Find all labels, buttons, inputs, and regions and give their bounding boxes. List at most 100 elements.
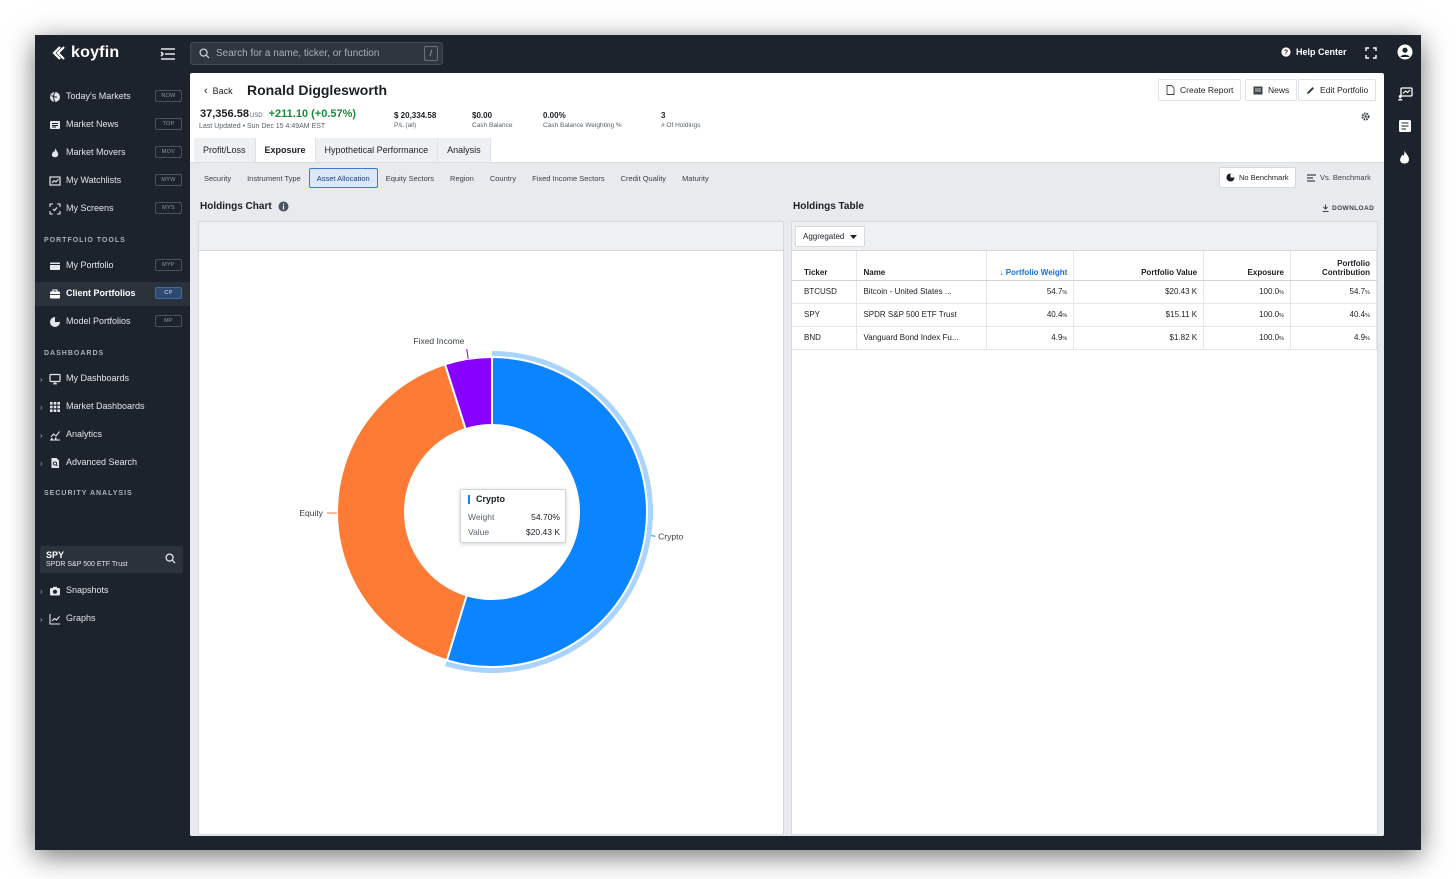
sidebar-item-market-movers[interactable]: Market Movers MOV: [35, 141, 190, 165]
value-change: +211.10 (+0.57%): [268, 108, 357, 120]
holdings-table-title: Holdings Table: [793, 201, 864, 212]
tooltip-series-name: Crypto: [468, 495, 505, 504]
vs-benchmark-button[interactable]: Vs. Benchmark: [1301, 167, 1377, 188]
column-header-exposure[interactable]: Exposure: [1203, 251, 1292, 281]
sidebar-item-snapshots[interactable]: › Snapshots: [35, 579, 190, 603]
table-header-row: Ticker Name ↓ Portfolio Weight Portfolio…: [792, 251, 1377, 281]
stat-value: 3: [661, 111, 666, 120]
sidebar-item-advanced-search[interactable]: › Advanced Search: [35, 451, 190, 475]
screen-icon: [49, 203, 61, 215]
cell-ticker: SPY: [792, 303, 858, 327]
donut-slice-equity[interactable]: [336, 363, 468, 662]
stat-label: P/L (all): [394, 122, 417, 129]
stat-cash-balance: $0.00 Cash Balance: [472, 111, 512, 129]
create-report-button[interactable]: Create Report: [1158, 79, 1242, 101]
sidebar-item-graphs[interactable]: › Graphs: [35, 607, 190, 631]
menu-collapse-icon[interactable]: [159, 45, 177, 63]
help-center-button[interactable]: ? Help Center: [1281, 47, 1347, 57]
sidebar-item-label: My Portfolio: [66, 260, 114, 270]
column-header-portfolio-weight[interactable]: ↓ Portfolio Weight: [986, 251, 1075, 281]
sidebar-item-label: Model Portfolios: [66, 316, 131, 326]
news-label: News: [1268, 85, 1290, 95]
edit-portfolio-label: Edit Portfolio: [1320, 85, 1369, 95]
fullscreen-icon[interactable]: [1365, 47, 1377, 59]
tab-hypothetical-performance[interactable]: Hypothetical Performance: [315, 138, 439, 162]
news-feed-icon[interactable]: [1398, 119, 1412, 133]
security-selector[interactable]: SPY SPDR S&P 500 ETF Trust: [40, 546, 183, 573]
sidebar-item-client-portfolios[interactable]: Client Portfolios CP: [35, 282, 190, 306]
table-row[interactable]: BND Vanguard Bond Index Fu... 4.9% $1.82…: [792, 326, 1377, 350]
chevron-left-icon: ‹: [204, 85, 208, 97]
account-icon[interactable]: [1397, 44, 1413, 60]
caret-down-icon: [850, 234, 858, 239]
sidebar-item-model-portfolios[interactable]: Model Portfolios MP: [35, 310, 190, 334]
shortcut-badge: CP: [155, 287, 182, 299]
gear-icon[interactable]: [1360, 111, 1371, 122]
column-header-portfolio-value[interactable]: Portfolio Value: [1073, 251, 1205, 281]
stat-value: $ 20,334.58: [394, 111, 437, 120]
cell-weight-value: 40.4: [1046, 310, 1063, 319]
back-button[interactable]: ‹ Back: [204, 85, 233, 97]
subtab-instrument-type[interactable]: Instrument Type: [239, 168, 309, 188]
cell-name: Vanguard Bond Index Fu...: [856, 326, 988, 350]
chevron-right-icon: ›: [40, 459, 43, 468]
subtab-country[interactable]: Country: [482, 168, 524, 188]
svg-text:?: ?: [1284, 50, 1288, 57]
cell-contribution-value: 54.7: [1349, 287, 1366, 296]
sidebar-item-my-dashboards[interactable]: › My Dashboards: [35, 367, 190, 391]
column-header-ticker[interactable]: Ticker: [792, 251, 858, 281]
presentation-icon[interactable]: [1398, 87, 1413, 101]
sidebar-item-analytics[interactable]: › Analytics: [35, 423, 190, 447]
sidebar-item-market-dashboards[interactable]: › Market Dashboards: [35, 395, 190, 419]
security-analysis-heading: SECURITY ANALYSIS: [44, 490, 133, 497]
tab-exposure[interactable]: Exposure: [255, 138, 316, 162]
table-row[interactable]: SPY SPDR S&P 500 ETF Trust 40.4% $15.11 …: [792, 303, 1377, 327]
subtab-security[interactable]: Security: [196, 168, 239, 188]
subtab-asset-allocation[interactable]: Asset Allocation: [308, 168, 378, 188]
search-shortcut: /: [424, 46, 438, 61]
newspaper-icon: [50, 121, 60, 129]
tooltip-value-row: Value $20.43 K: [468, 527, 560, 537]
sidebar-item-label: My Screens: [66, 203, 114, 213]
shortcut-badge: MYW: [155, 174, 182, 186]
trending-flame-icon[interactable]: [1398, 150, 1411, 165]
column-header-label: Portfolio Weight: [1005, 267, 1068, 277]
sidebar-item-my-portfolio[interactable]: My Portfolio MYP: [35, 254, 190, 278]
sidebar-item-my-screens[interactable]: My Screens MYS: [35, 197, 190, 221]
cell-value: $20.43 K: [1073, 280, 1205, 304]
cell-exposure: 100.0%: [1203, 303, 1292, 327]
koyfin-logo[interactable]: koyfin: [51, 44, 119, 62]
search-icon[interactable]: [165, 553, 176, 564]
security-ticker: SPY: [46, 550, 65, 560]
tab-profit-loss[interactable]: Profit/Loss: [194, 138, 256, 162]
aggregation-dropdown[interactable]: Aggregated: [795, 226, 866, 247]
subtab-region[interactable]: Region: [442, 168, 482, 188]
download-button[interactable]: DOWNLOAD: [1322, 204, 1374, 212]
portfolio-value: 37,356.58USD +211.10 (+0.57%): [200, 108, 356, 120]
donut-label-crypto: Crypto: [658, 532, 683, 542]
holdings-chart-title-row: Holdings Chart: [200, 201, 289, 212]
subtab-maturity[interactable]: Maturity: [674, 168, 717, 188]
sidebar-item-market-news[interactable]: Market News TOP: [35, 113, 190, 137]
cell-weight-value: 54.7: [1046, 287, 1063, 296]
sidebar-item-todays-markets[interactable]: Today's Markets NOW: [35, 85, 190, 109]
sidebar: Today's Markets NOW Market News TOP Mark…: [35, 73, 190, 850]
subtab-equity-sectors[interactable]: Equity Sectors: [378, 168, 442, 188]
subtab-credit-quality[interactable]: Credit Quality: [613, 168, 674, 188]
client-name: Ronald Digglesworth: [247, 82, 387, 98]
cell-ticker: BTCUSD: [792, 280, 858, 304]
app-window: koyfin Search for a name, ticker, or fun…: [35, 35, 1421, 850]
news-button[interactable]: News: [1245, 79, 1298, 101]
cell-contribution-value: 4.9: [1353, 333, 1366, 342]
no-benchmark-button[interactable]: No Benchmark: [1219, 167, 1296, 188]
search-bar[interactable]: Search for a name, ticker, or function /: [190, 42, 443, 65]
tab-analysis[interactable]: Analysis: [438, 138, 491, 162]
info-icon[interactable]: [278, 201, 289, 212]
subtab-fixed-income-sectors[interactable]: Fixed Income Sectors: [524, 168, 613, 188]
sidebar-item-label: My Watchlists: [66, 175, 122, 185]
sidebar-item-my-watchlists[interactable]: My Watchlists MYW: [35, 169, 190, 193]
edit-portfolio-button[interactable]: Edit Portfolio: [1298, 79, 1377, 101]
column-header-name[interactable]: Name: [856, 251, 988, 281]
column-header-portfolio-contribution[interactable]: Portfolio Contribution: [1290, 251, 1377, 281]
table-row[interactable]: BTCUSD Bitcoin - United States ... 54.7%…: [792, 280, 1377, 304]
